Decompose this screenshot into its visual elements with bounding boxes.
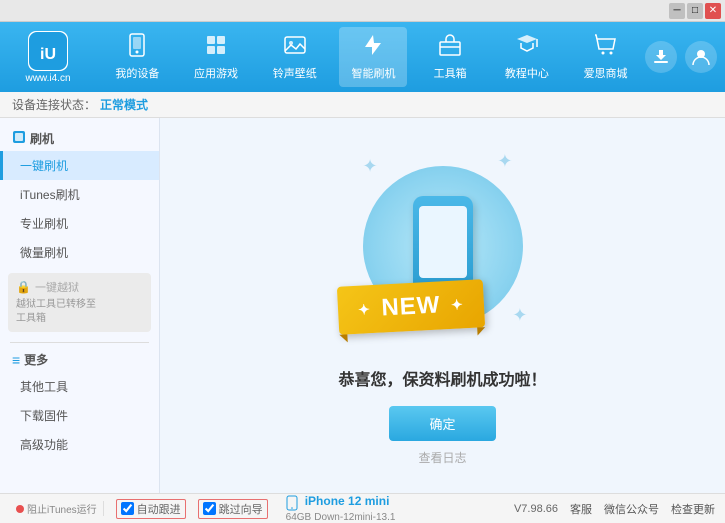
nav-smart-flash-label: 智能刷机 <box>351 65 395 81</box>
device-model: Down-12mini-13.1 <box>314 512 395 523</box>
logo[interactable]: iU www.i4.cn <box>8 27 88 87</box>
ribbon-tail-right <box>476 327 484 335</box>
nav-wallpaper[interactable]: 铃声壁纸 <box>261 27 329 87</box>
mall-icon <box>594 33 618 63</box>
header-right <box>645 41 717 73</box>
status-bar: 设备连接状态： 正常模式 <box>0 92 725 118</box>
flash-icon <box>361 33 385 63</box>
more-section-icon: ≡ <box>12 352 20 368</box>
user-button[interactable] <box>685 41 717 73</box>
title-bar: ─ □ ✕ <box>0 0 725 22</box>
nav-mall-label: 爱思商城 <box>584 65 628 81</box>
skip-wizard-label: 跳过向导 <box>219 501 263 517</box>
itunes-status-label: 阻止iTunes运行 <box>27 501 97 516</box>
sidebar-item-itunes-flash[interactable]: iTunes刷机 <box>0 180 159 209</box>
tutorial-icon <box>515 33 539 63</box>
device-name: iPhone 12 mini <box>305 494 390 508</box>
download-button[interactable] <box>645 41 677 73</box>
new-badge-container: ✦ NEW ✦ <box>338 283 484 331</box>
apps-icon <box>204 33 228 63</box>
nav-toolbox-label: 工具箱 <box>434 65 467 81</box>
device-info: iPhone 12 mini 64GB Down-12mini-13.1 <box>286 494 396 522</box>
nav-bar: 我的设备 应用游戏 铃声壁纸 智能刷机 工具箱 <box>98 27 645 87</box>
version-label: V7.98.66 <box>514 503 558 515</box>
maximize-button[interactable]: □ <box>687 3 703 19</box>
flash-section-icon <box>12 130 26 147</box>
sidebar-item-advanced[interactable]: 高级功能 <box>0 430 159 459</box>
skip-wizard-checkbox[interactable] <box>203 502 216 515</box>
itunes-status-dot <box>16 505 24 513</box>
nav-tutorial-label: 教程中心 <box>505 65 549 81</box>
sidebar-item-wipe-flash[interactable]: 微量刷机 <box>0 238 159 267</box>
wechat-link[interactable]: 微信公众号 <box>604 501 659 517</box>
sparkle-2: ✦ <box>497 151 512 172</box>
nav-wallpaper-label: 铃声壁纸 <box>273 65 317 81</box>
sidebar-divider <box>10 342 149 343</box>
device-icon <box>125 33 149 63</box>
nav-apps-label: 应用游戏 <box>194 65 238 81</box>
phone-screen <box>419 206 467 278</box>
sparkle-3: ✦ <box>512 305 527 326</box>
update-link[interactable]: 检查更新 <box>671 501 715 517</box>
jailbreak-note: 越狱工具已转移至工具箱 <box>16 298 143 326</box>
main-layout: 刷机 一键刷机 iTunes刷机 专业刷机 微量刷机 🔒 一键越狱 越狱工具已转… <box>0 118 725 493</box>
flash-section-header: 刷机 <box>0 126 159 151</box>
auto-follow-item: 自动跟进 <box>116 499 186 519</box>
confirm-button[interactable]: 确定 <box>389 406 495 441</box>
nav-smart-flash[interactable]: 智能刷机 <box>339 27 407 87</box>
lock-icon: 🔒 <box>16 280 31 294</box>
sidebar: 刷机 一键刷机 iTunes刷机 专业刷机 微量刷机 🔒 一键越狱 越狱工具已转… <box>0 118 160 493</box>
itunes-status: 阻止iTunes运行 <box>10 501 104 516</box>
new-badge: ✦ NEW ✦ <box>336 279 484 335</box>
auto-follow-checkbox[interactable] <box>121 502 134 515</box>
toolbox-icon <box>438 33 462 63</box>
logo-icon: iU <box>28 31 68 71</box>
sparkle-1: ✦ <box>363 156 378 177</box>
more-section-header: ≡ 更多 <box>0 347 159 372</box>
header: iU www.i4.cn 我的设备 应用游戏 铃声壁纸 <box>0 22 725 92</box>
jailbreak-label: 🔒 一键越狱 <box>16 279 143 295</box>
status-label: 设备连接状态： <box>12 96 96 113</box>
auto-follow-label: 自动跟进 <box>137 501 181 517</box>
bottom-bar: 阻止iTunes运行 自动跟进 跳过向导 iPhone 12 mini 64GB… <box>0 493 725 523</box>
minimize-button[interactable]: ─ <box>669 3 685 19</box>
flash-section-label: 刷机 <box>30 130 54 147</box>
close-button[interactable]: ✕ <box>705 3 721 19</box>
sidebar-item-pro-flash[interactable]: 专业刷机 <box>0 209 159 238</box>
nav-mall[interactable]: 爱思商城 <box>572 27 640 87</box>
sidebar-item-other-tools[interactable]: 其他工具 <box>0 372 159 401</box>
nav-apps[interactable]: 应用游戏 <box>182 27 250 87</box>
ribbon-tail-left <box>339 334 347 342</box>
content-area: ✦ ✦ ✦ ✦ NEW ✦ 恭喜您，保资 <box>160 118 725 493</box>
sidebar-item-one-click-flash[interactable]: 一键刷机 <box>0 151 159 180</box>
nav-my-device[interactable]: 我的设备 <box>103 27 171 87</box>
device-storage: 64GB <box>286 512 312 523</box>
success-illustration: ✦ ✦ ✦ ✦ NEW ✦ <box>353 146 533 346</box>
nav-tutorial[interactable]: 教程中心 <box>493 27 561 87</box>
logo-url: www.i4.cn <box>25 73 70 84</box>
nav-toolbox[interactable]: 工具箱 <box>418 27 482 87</box>
success-message: 恭喜您，保资料刷机成功啦！ <box>338 366 546 390</box>
bottom-right: V7.98.66 客服 微信公众号 检查更新 <box>514 501 715 517</box>
goto-log-link[interactable]: 查看日志 <box>418 449 466 466</box>
device-icon-small <box>286 495 298 511</box>
skip-wizard-item: 跳过向导 <box>198 499 268 519</box>
svg-text:iU: iU <box>40 46 56 63</box>
service-link[interactable]: 客服 <box>570 501 592 517</box>
wallpaper-icon <box>283 33 307 63</box>
status-value: 正常模式 <box>100 96 148 113</box>
sidebar-item-download-firmware[interactable]: 下载固件 <box>0 401 159 430</box>
nav-my-device-label: 我的设备 <box>115 65 159 81</box>
more-section-label: 更多 <box>24 351 48 368</box>
jailbreak-section: 🔒 一键越狱 越狱工具已转移至工具箱 <box>8 273 151 332</box>
